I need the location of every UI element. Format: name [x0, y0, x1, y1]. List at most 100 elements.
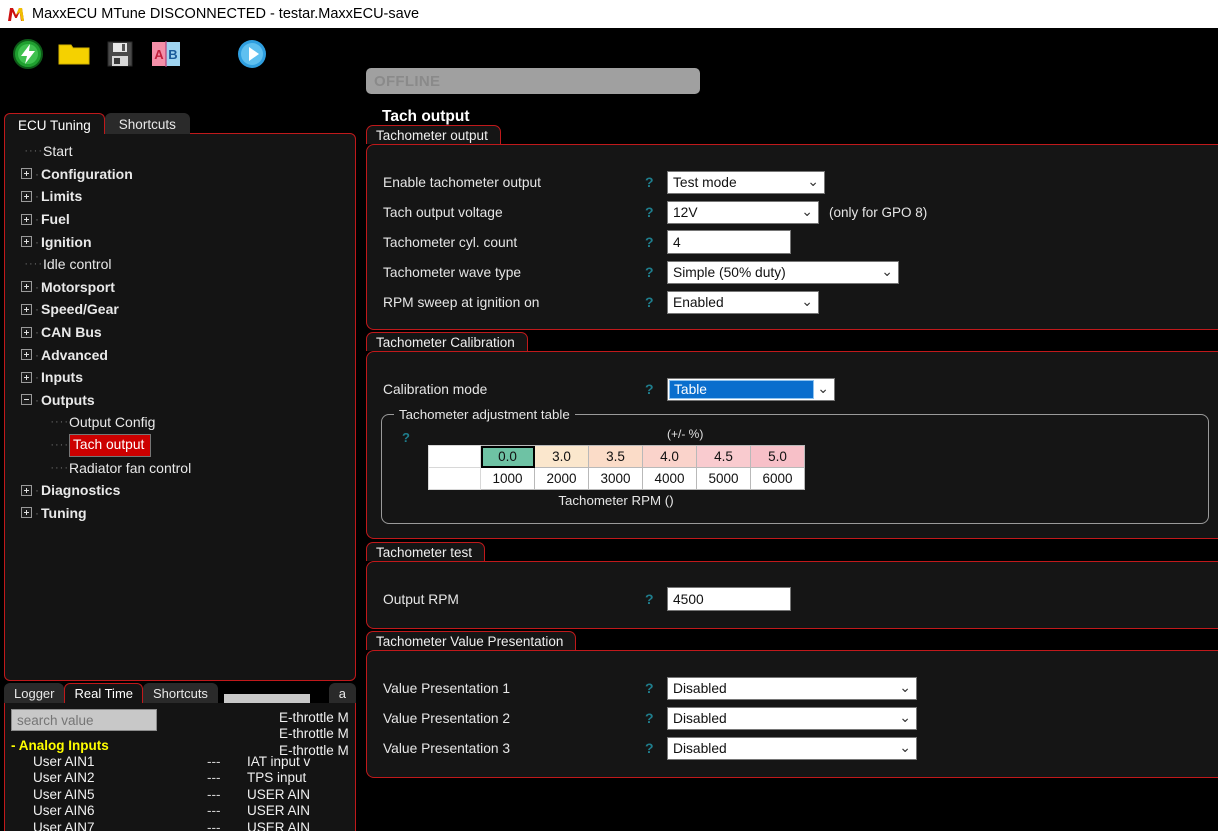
list-item[interactable]: User AIN6 --- USER AIN — [11, 803, 355, 820]
search-input[interactable] — [11, 709, 157, 731]
expander-plus-icon[interactable] — [21, 371, 32, 383]
table-cell-value[interactable]: 4.5 — [696, 445, 751, 468]
help-icon[interactable]: ? — [645, 381, 667, 397]
section-tachometer-output-body: Enable tachometer output ? Test mode ⌄ T… — [367, 145, 1218, 329]
table-axis-cell[interactable]: 6000 — [750, 467, 805, 490]
tree-item-radiator-fan-control[interactable]: ···· Radiator fan control — [5, 456, 355, 479]
maxxecu-m-logo-icon — [6, 4, 26, 24]
compare-ab-button[interactable]: A B — [146, 34, 186, 74]
table-axis-cell[interactable]: 2000 — [534, 467, 589, 490]
tree-dots-icon: ···· — [24, 145, 43, 158]
tab-a[interactable]: a — [328, 683, 356, 703]
groupbox-title: Tachometer adjustment table — [394, 407, 575, 422]
list-item[interactable]: User AIN1 --- IAT input v — [11, 753, 355, 770]
tree-item-output-config[interactable]: ···· Output Config — [5, 411, 355, 434]
expander-plus-icon[interactable] — [21, 190, 32, 202]
expander-plus-icon[interactable] — [21, 303, 32, 315]
log-group-analog-inputs[interactable]: - Analog Inputs — [11, 738, 355, 753]
field-label: Value Presentation 1 — [383, 680, 511, 696]
value-presentation-3-select[interactable]: Disabled ⌄ — [667, 736, 917, 760]
expander-plus-icon[interactable] — [21, 281, 32, 293]
table-axis-cell[interactable]: 5000 — [696, 467, 751, 490]
expander-plus-icon[interactable] — [21, 168, 32, 180]
tree-item-ignition[interactable]: · Ignition — [5, 230, 355, 253]
input-value: 4500 — [673, 591, 704, 607]
section-tachometer-value-presentation: Tachometer Value Presentation Value Pres… — [366, 631, 1218, 778]
table-cell-value[interactable]: 3.0 — [534, 445, 589, 468]
tab-real-time[interactable]: Real Time — [64, 683, 144, 703]
tree-item-motorsport[interactable]: · Motorsport — [5, 276, 355, 299]
select-value: Enabled — [673, 294, 724, 310]
tree-item-speed-gear[interactable]: · Speed/Gear — [5, 298, 355, 321]
help-icon[interactable]: ? — [645, 264, 667, 280]
expander-plus-icon[interactable] — [21, 507, 32, 519]
tree-item-idle-control[interactable]: ···· Idle control — [5, 253, 355, 276]
list-item[interactable]: User AIN2 --- TPS input — [11, 770, 355, 787]
field-output-rpm: Output RPM ? 4500 — [367, 584, 1218, 614]
tree-item-can-bus[interactable]: · CAN Bus — [5, 321, 355, 344]
log-row-name2: IAT input v — [247, 753, 311, 769]
tachometer-cyl-count-input[interactable]: 4 — [667, 230, 791, 254]
expander-plus-icon[interactable] — [21, 484, 32, 496]
enable-tachometer-output-select[interactable]: Test mode ⌄ — [667, 170, 825, 194]
tab-ecu-tuning[interactable]: ECU Tuning — [4, 113, 105, 134]
tree-item-advanced[interactable]: · Advanced — [5, 343, 355, 366]
calibration-mode-select[interactable]: Table ⌄ — [667, 377, 835, 401]
tree-item-tach-output[interactable]: ···· Tach output — [5, 433, 355, 457]
table-axis-cell[interactable]: 1000 — [480, 467, 535, 490]
table-corner-cell — [428, 467, 481, 490]
tree-item-outputs[interactable]: · Outputs — [5, 389, 355, 412]
table-row: 0.0 3.0 3.5 4.0 4.5 5.0 — [428, 445, 805, 468]
tab-shortcuts[interactable]: Shortcuts — [104, 113, 190, 134]
expander-plus-icon[interactable] — [21, 236, 32, 248]
table-axis-cell[interactable]: 3000 — [588, 467, 643, 490]
output-rpm-input[interactable]: 4500 — [667, 587, 791, 611]
tree-item-fuel[interactable]: · Fuel — [5, 208, 355, 231]
tree-item-configuration[interactable]: · Configuration — [5, 163, 355, 186]
help-icon[interactable]: ? — [645, 294, 667, 310]
help-icon[interactable]: ? — [645, 740, 667, 756]
help-icon[interactable]: ? — [645, 591, 667, 607]
connect-button[interactable] — [8, 34, 48, 74]
list-item[interactable]: User AIN5 --- USER AIN — [11, 786, 355, 803]
tree-item-limits[interactable]: · Limits — [5, 185, 355, 208]
help-icon[interactable]: ? — [645, 680, 667, 696]
tab-shortcuts-label: Shortcuts — [118, 117, 176, 132]
tree-item-diagnostics-label: Diagnostics — [41, 482, 121, 499]
help-icon[interactable]: ? — [645, 174, 667, 190]
table-cell-value[interactable]: 0.0 — [480, 445, 535, 468]
value-presentation-1-select[interactable]: Disabled ⌄ — [667, 676, 917, 700]
tachometer-wave-type-select[interactable]: Simple (50% duty) ⌄ — [667, 260, 899, 284]
open-file-button[interactable] — [54, 34, 94, 74]
tree-dots-icon: ···· — [50, 439, 69, 452]
log-row-name2: USER AIN — [247, 803, 311, 819]
list-item[interactable]: User AIN7 --- USER AIN — [11, 819, 355, 831]
table-axis-cell[interactable]: 4000 — [642, 467, 697, 490]
table-cell-value[interactable]: 3.5 — [588, 445, 643, 468]
rpm-sweep-select[interactable]: Enabled ⌄ — [667, 290, 819, 314]
field-label: Tachometer cyl. count — [383, 234, 518, 250]
logger-scroll-bar[interactable] — [223, 694, 310, 703]
save-file-button[interactable] — [100, 34, 140, 74]
value-presentation-2-select[interactable]: Disabled ⌄ — [667, 706, 917, 730]
tree-item-start[interactable]: ···· Start — [5, 140, 355, 163]
tach-output-voltage-select[interactable]: 12V ⌄ — [667, 200, 819, 224]
tachometer-adjustment-table[interactable]: 0.0 3.0 3.5 4.0 4.5 5.0 1000 2000 3000 4… — [428, 445, 805, 490]
expander-plus-icon[interactable] — [21, 213, 32, 225]
expander-plus-icon[interactable] — [21, 326, 32, 338]
expander-plus-icon[interactable] — [21, 349, 32, 361]
tree-item-tuning[interactable]: · Tuning — [5, 502, 355, 525]
tab-logger-shortcuts[interactable]: Shortcuts — [143, 683, 218, 703]
help-icon[interactable]: ? — [402, 430, 410, 445]
help-icon[interactable]: ? — [645, 204, 667, 220]
tab-logger[interactable]: Logger — [4, 683, 65, 703]
tree-item-inputs[interactable]: · Inputs — [5, 366, 355, 389]
tree-item-motorsport-label: Motorsport — [41, 278, 115, 295]
table-cell-value[interactable]: 5.0 — [750, 445, 805, 468]
help-icon[interactable]: ? — [645, 710, 667, 726]
expander-minus-icon[interactable] — [21, 394, 32, 406]
tree-item-diagnostics[interactable]: · Diagnostics — [5, 479, 355, 502]
help-icon[interactable]: ? — [645, 234, 667, 250]
run-button[interactable] — [232, 34, 272, 74]
table-cell-value[interactable]: 4.0 — [642, 445, 697, 468]
